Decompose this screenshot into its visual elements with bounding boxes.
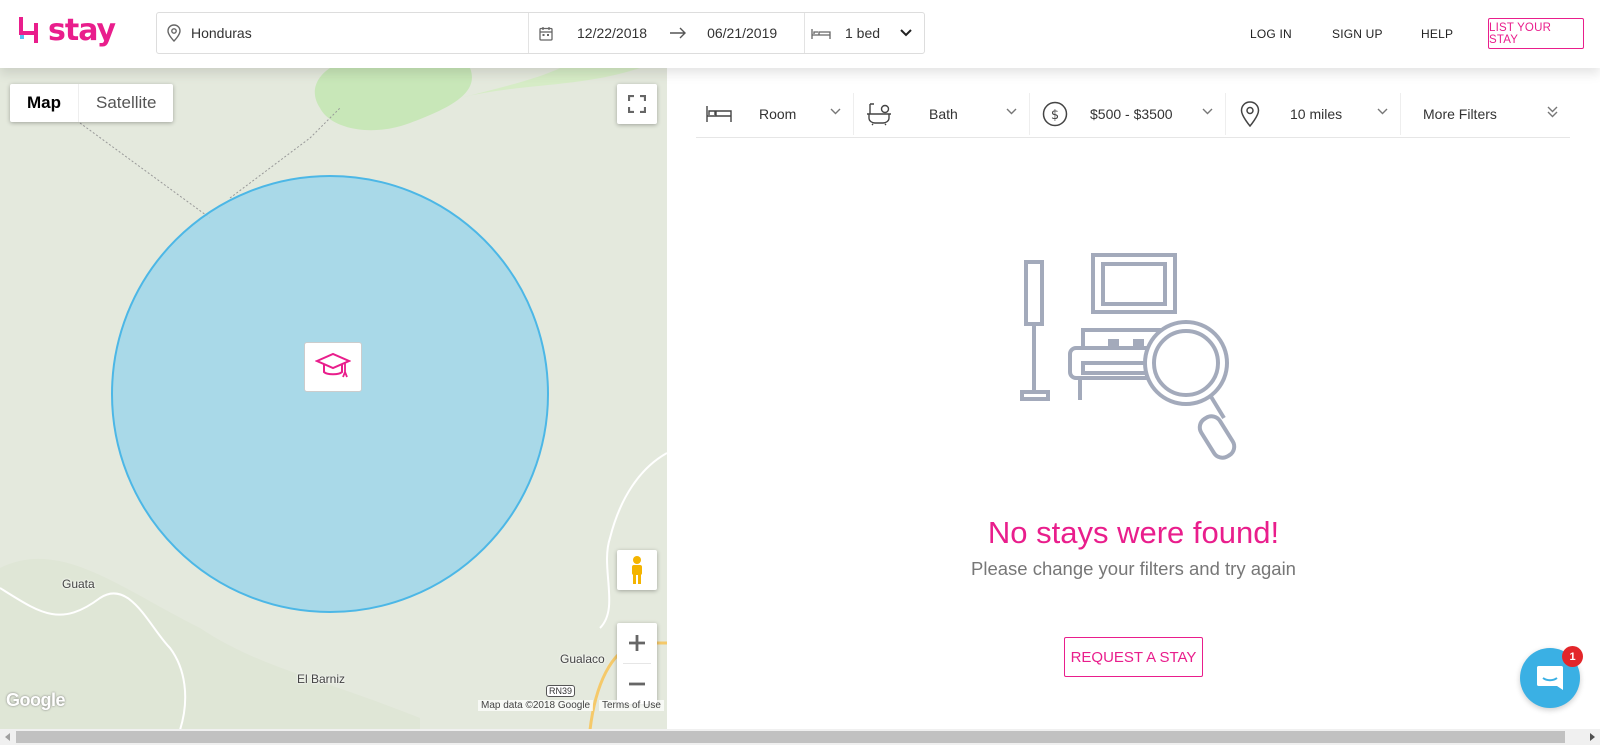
check-out-date[interactable]: 06/21/2019 — [707, 25, 777, 41]
street-view-pegman[interactable] — [617, 550, 657, 590]
chevron-down-icon — [1202, 108, 1213, 114]
chat-icon — [1537, 666, 1563, 690]
fullscreen-icon — [628, 95, 646, 113]
scroll-left-arrow-icon[interactable] — [0, 729, 16, 745]
room-filter[interactable]: Room — [696, 92, 854, 135]
google-logo: Google — [6, 690, 66, 710]
bath-filter[interactable]: Bath — [854, 92, 1030, 135]
search-bar: Honduras 12/22/2018 06/21/2019 1 bed — [156, 12, 925, 54]
beds-value: 1 bed — [845, 25, 881, 41]
check-in-date[interactable]: 12/22/2018 — [577, 25, 647, 41]
location-field[interactable]: Honduras — [157, 13, 529, 53]
map-label-guata: Guata — [62, 577, 95, 591]
header: stay Honduras 12/22/2018 06/21/2019 1 be… — [0, 0, 1600, 68]
request-a-stay-button[interactable]: REQUEST A STAY — [1064, 637, 1203, 677]
map-type-map-button[interactable]: Map — [10, 84, 78, 122]
map-type-satellite-button[interactable]: Satellite — [78, 84, 173, 122]
map-label-gualaco: Gualaco — [560, 652, 605, 666]
help-link[interactable]: HELP — [1421, 27, 1453, 41]
map-type-toggle: Map Satellite — [10, 84, 174, 122]
double-chevron-down-icon — [1547, 106, 1558, 117]
bath-filter-label: Bath — [929, 105, 958, 122]
scrollbar-thumb[interactable] — [16, 731, 1565, 743]
minus-icon — [629, 682, 645, 686]
distance-filter[interactable]: 10 miles — [1226, 92, 1401, 135]
more-filters-label: More Filters — [1423, 105, 1497, 122]
distance-filter-label: 10 miles — [1290, 105, 1343, 122]
scroll-right-arrow-icon[interactable] — [1584, 729, 1600, 745]
pegman-icon — [632, 556, 642, 584]
signup-link[interactable]: SIGN UP — [1332, 27, 1383, 41]
logo-mark-icon — [19, 17, 38, 43]
location-value: Honduras — [191, 25, 252, 41]
zoom-controls — [617, 623, 657, 704]
chevron-down-icon — [1006, 108, 1017, 114]
chevron-down-icon — [900, 29, 912, 37]
bed-icon — [706, 105, 732, 122]
room-filter-label: Room — [759, 105, 797, 122]
map[interactable]: Map Satellite Guata El Barniz Gualaco RN… — [0, 68, 667, 730]
calendar-icon — [539, 26, 553, 41]
empty-state-title: No stays were found! — [987, 515, 1280, 550]
chevron-down-icon — [830, 108, 841, 114]
graduation-cap-icon — [315, 352, 351, 378]
dollar-circle-icon: $ — [1042, 101, 1068, 126]
logo[interactable]: stay — [18, 10, 116, 50]
terms-of-use-link[interactable]: Terms of Use — [599, 700, 664, 711]
no-results-illustration — [1020, 253, 1237, 460]
location-pin-icon — [167, 24, 181, 42]
location-pin-icon — [1240, 100, 1260, 127]
bathtub-icon — [867, 102, 891, 125]
empty-state-subtitle: Please change your filters and try again — [971, 558, 1296, 579]
school-marker[interactable] — [304, 342, 362, 392]
map-attribution: Map data ©2018 Google — [478, 700, 594, 711]
login-link[interactable]: LOG IN — [1250, 27, 1292, 41]
logo-text: stay — [48, 12, 116, 48]
filter-bar: Room Bath $ $500 - $3500 10 miles More F… — [696, 90, 1570, 138]
chevron-down-icon — [1377, 108, 1388, 114]
list-your-stay-button[interactable]: LIST YOUR STAY — [1488, 18, 1584, 49]
beds-select[interactable]: 1 bed — [805, 13, 924, 53]
price-filter-label: $500 - $3500 — [1090, 105, 1173, 122]
price-filter[interactable]: $ $500 - $3500 — [1030, 92, 1226, 135]
fullscreen-button[interactable] — [617, 84, 657, 124]
horizontal-scrollbar[interactable] — [0, 729, 1600, 745]
svg-text:$: $ — [1051, 108, 1059, 123]
zoom-out-button[interactable] — [617, 664, 657, 704]
zoom-in-button[interactable] — [617, 623, 657, 663]
plus-icon — [629, 635, 645, 651]
more-filters[interactable]: More Filters — [1401, 93, 1570, 135]
bed-icon — [811, 28, 831, 39]
route-shield: RN39 — [546, 685, 576, 697]
map-terrain — [0, 68, 667, 730]
date-range-field[interactable]: 12/22/2018 06/21/2019 — [529, 13, 805, 53]
map-label-el-barniz: El Barniz — [297, 672, 346, 686]
arrow-right-icon — [669, 27, 687, 39]
chat-unread-badge: 1 — [1562, 646, 1583, 667]
